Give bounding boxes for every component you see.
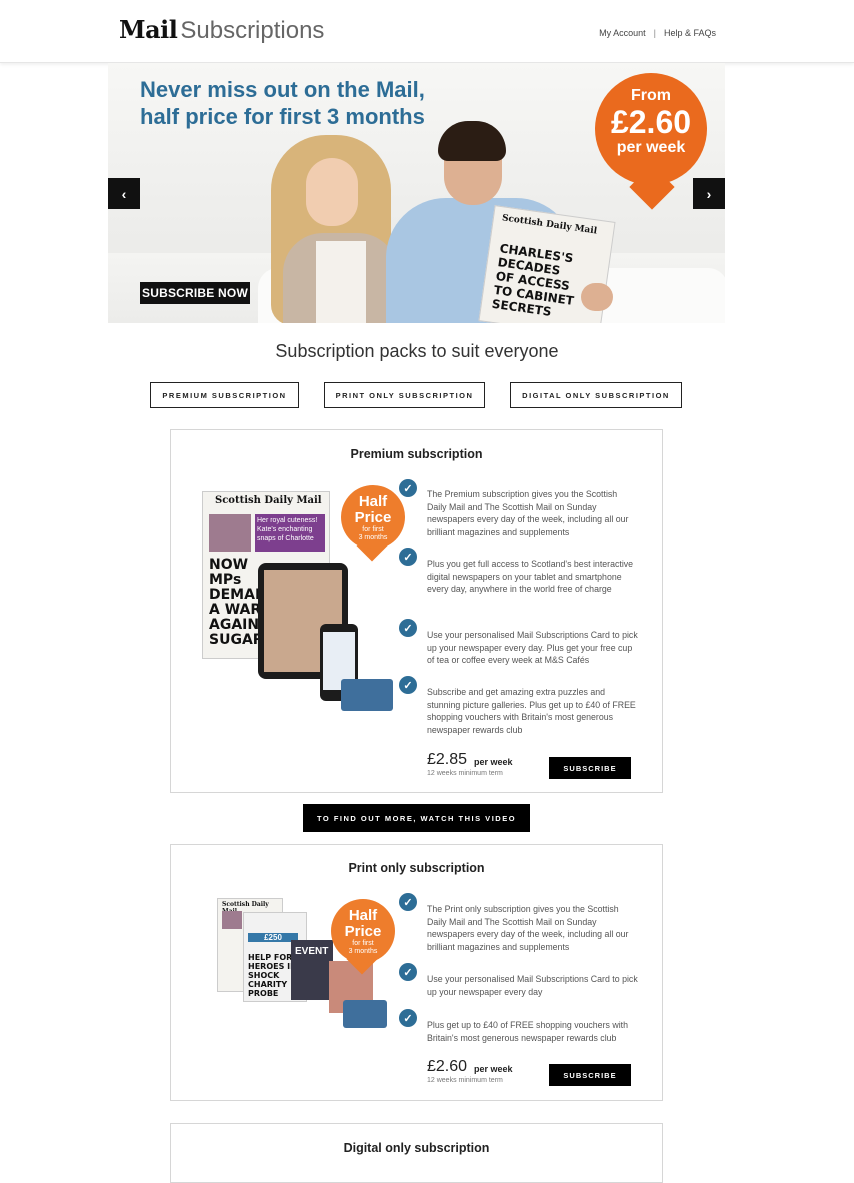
print-half-label: Half [348,907,378,924]
print-subscription-card: Print only subscription Scottish Daily M… [170,844,663,1101]
chevron-left-icon: ‹ [121,185,127,202]
print-mag-name: EVENT [295,946,329,957]
subscribe-now-button[interactable]: SUBSCRIBE NOW [140,282,250,304]
premium-subscribe-button[interactable]: SUBSCRIBE [549,757,631,779]
premium-price: £2.85 [427,751,468,768]
check-icon: ✓ [399,893,417,911]
premium-newspaper-masthead: Scottish Daily Mail [215,495,322,506]
print-price-label: Price [344,923,382,940]
premium-newspaper-teaser: Her royal cuteness! Kate's enchanting sn… [255,514,325,552]
carousel-next-button[interactable]: › [693,178,725,209]
hero-newspaper-masthead: Scottish Daily Mail [501,213,598,237]
premium-feature-4: Subscribe and get amazing extra puzzles … [427,687,636,735]
check-icon: ✓ [399,479,417,497]
price-badge-from: From [631,87,671,104]
print-min-term: 12 weeks minimum term [427,1077,503,1084]
digital-subscription-card: Digital only subscription [170,1123,663,1183]
watch-video-button[interactable]: TO FIND OUT MORE, WATCH THIS VIDEO [303,804,530,832]
hero-woman-top [316,241,366,323]
nav-separator: | [653,28,656,38]
check-icon: ✓ [399,1009,417,1027]
price-badge-amount: £2.60 [610,104,692,140]
top-nav: My Account | Help & FAQs [599,28,716,38]
hero-newspaper-headline: CHARLES'S DECADES OF ACCESS TO CABINET S… [491,241,575,319]
premium-subscription-card: Premium subscription Scottish Daily Mail… [170,429,663,793]
premium-feature-1: The Premium subscription gives you the S… [427,489,629,537]
section-title: Subscription packs to suit everyone [275,341,559,361]
hero-headline: Never miss out on the Mail, half price f… [140,76,425,130]
print-half-price-badge: Half Price for first 3 months [331,899,395,963]
print-for-first-label: for first [352,940,374,947]
print-subscriptions-card-image [343,1000,387,1028]
premium-price-label: Price [354,509,392,526]
print-subscribe-button[interactable]: SUBSCRIBE [549,1064,631,1086]
print-card-title: Print only subscription [348,861,485,875]
print-3-months-label: 3 months [348,948,378,955]
premium-3-months-label: 3 months [358,534,388,541]
premium-half-label: Half [358,493,388,510]
premium-per-week: per week [474,757,513,767]
my-account-link[interactable]: My Account [599,28,646,38]
check-icon: ✓ [399,548,417,566]
site-header: Mail Subscriptions My Account | Help & F… [0,0,854,63]
premium-newspaper-photo [209,514,251,552]
premium-card-title: Premium subscription [350,447,483,461]
premium-half-price-badge: Half Price for first 3 months [341,485,405,549]
premium-for-first-label: for first [362,526,384,533]
hero-man-hair [438,121,506,161]
logo-mail-wordmark: Mail [119,15,178,44]
price-badge-per-week: per week [616,139,686,156]
hero-woman-face [306,158,358,226]
print-feature-3: Plus get up to £40 of FREE shopping vouc… [427,1020,628,1043]
help-faqs-link[interactable]: Help & FAQs [664,28,716,38]
tab-print-only-subscription[interactable]: PRINT ONLY SUBSCRIPTION [324,382,485,408]
site-logo[interactable]: Mail Subscriptions [119,15,324,45]
print-per-week: per week [474,1064,513,1074]
price-badge-text: From £2.60 per week [595,87,707,157]
check-icon: ✓ [399,619,417,637]
digital-card-title: Digital only subscription [343,1141,490,1155]
hero-headline-line1: Never miss out on the Mail, [140,77,425,102]
tab-digital-only-subscription[interactable]: DIGITAL ONLY SUBSCRIPTION [510,382,682,408]
print-newspaper-photo [222,911,242,929]
premium-feature-3: Use your personalised Mail Subscriptions… [427,630,638,665]
premium-min-term: 12 weeks minimum term [427,770,503,777]
print-feature-1: The Print only subscription gives you th… [427,904,629,952]
hero-headline-line2: half price for first 3 months [140,104,425,129]
chevron-right-icon: › [706,185,712,202]
logo-subscriptions-wordmark: Subscriptions [180,17,325,44]
premium-feature-2: Plus you get full access to Scotland's b… [427,559,634,594]
check-icon: ✓ [399,676,417,694]
hero-man-hand [581,283,613,311]
print-magazine-dark-image: EVENT [291,940,333,1000]
print-price: £2.60 [427,1058,468,1075]
check-icon: ✓ [399,963,417,981]
premium-subscriptions-card-image [341,679,393,711]
print-feature-2: Use your personalised Mail Subscriptions… [427,974,638,997]
carousel-prev-button[interactable]: ‹ [108,178,140,209]
hero-banner[interactable]: Scottish Daily Mail CHARLES'S DECADES OF… [108,63,725,323]
tab-premium-subscription[interactable]: PREMIUM SUBSCRIPTION [150,382,299,408]
